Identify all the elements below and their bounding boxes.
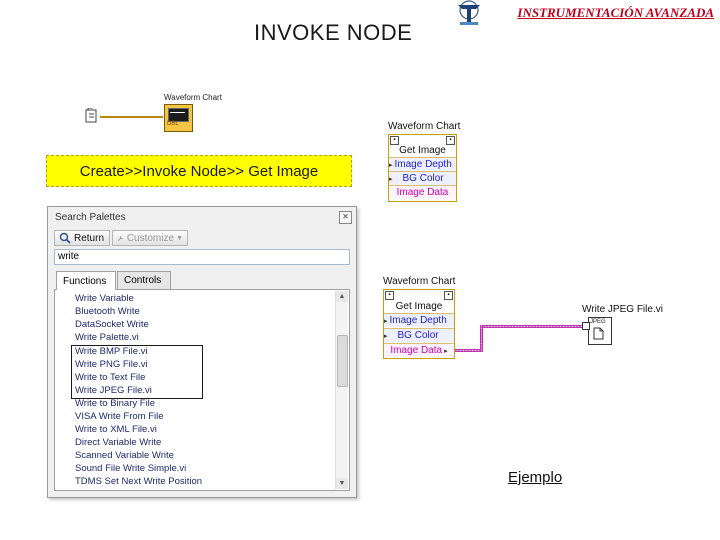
scroll-up-icon[interactable]: ▲ [336,291,348,302]
institution-logo-icon [458,0,480,25]
invoke-node-top[interactable]: Waveform Chart ▪ ▪ Get Image ▸ Image Dept… [388,121,468,203]
return-button[interactable]: Return [54,230,110,246]
instruction-banner: Create>>Invoke Node>> Get Image [46,155,352,187]
list-item[interactable]: Write Palette.vi [75,332,139,343]
list-item[interactable]: Direct Variable Write [75,437,161,448]
small-indicator-text: DBL [167,121,179,127]
example-label: Ejemplo [508,469,563,486]
input-arrow-icon: ▸ [389,175,393,183]
output-arrow-icon: ▸ [444,347,448,355]
vi-label: Write JPEG File.vi [582,304,663,315]
list-item[interactable]: Write to XML File.vi [75,424,157,435]
window-titlebar: Search Palettes [48,207,354,227]
vi-icon: JPEG [588,317,612,345]
list-item[interactable]: Scanned Variable Write [75,450,174,461]
param-label: Image Depth [394,159,452,170]
list-item[interactable]: TDMS Set Next Write Position [75,476,202,487]
method-row: Get Image [399,144,446,156]
return-label: Return [74,232,105,244]
wrench-icon [117,235,123,241]
tab-controls[interactable]: Controls [117,271,171,289]
highlight-box [71,345,203,399]
param-label: Image Depth [389,315,447,326]
invoke-node-label: Waveform Chart [383,276,456,287]
param-row[interactable]: Image Data ▸ [384,343,454,357]
param-row[interactable]: ▸ BG Color [389,171,456,185]
input-arrow-icon: ▸ [389,161,393,169]
vi-terminal[interactable] [582,322,590,330]
param-label: Image Data [390,345,443,356]
magnifier-icon [59,232,71,244]
tab-functions[interactable]: Functions [56,271,116,290]
search-input[interactable]: write [54,249,350,265]
method-row: Get Image [395,300,443,312]
invoke-node-body: ▪ ▪ Get Image ▸ Image Depth ▸ BG Color Ima… [383,289,455,359]
list-item[interactable]: Bluetooth Write [75,306,140,317]
close-icon[interactable]: ✕ [339,211,352,224]
list-item[interactable]: Write to Binary File [75,398,155,409]
image-data-wire[interactable] [480,325,483,352]
waveform-chart-terminal[interactable]: DBL [164,104,193,132]
image-data-wire[interactable] [455,349,481,352]
list-item[interactable]: VISA Write From File [75,411,164,422]
param-row[interactable]: ▸ Image Depth [384,313,454,327]
param-label: BG Color [397,330,439,341]
scroll-down-icon[interactable]: ▼ [336,478,348,489]
search-palettes-window: Search Palettes ✕ Return Customize ▼ wri… [47,206,357,498]
customize-label: Customize [126,232,175,244]
invoke-node-label: Waveform Chart [388,121,461,132]
param-row[interactable]: ▸ Image Depth [389,157,456,171]
list-item[interactable]: DataSocket Write [75,319,149,330]
small-node-label: Waveform Chart [164,93,222,102]
slide-title: INVOKE NODE [254,20,413,45]
vi-icon-text: JPEG [590,319,606,325]
results-list: Write Variable Bluetooth Write DataSocke… [54,289,350,491]
small-wire [100,116,163,118]
window-title: Search Palettes [55,211,126,223]
scroll-thumb[interactable] [337,335,348,387]
invoke-node-bottom[interactable]: Waveform Chart ▪ ▪ Get Image ▸ Image Dept… [383,276,463,360]
list-item[interactable]: Sound File Write Simple.vi [75,463,186,474]
vertical-scrollbar[interactable]: ▲ ▼ [335,291,348,489]
param-label: Image Data [396,187,449,198]
small-diagram: Waveform Chart DBL [80,90,240,135]
customize-button[interactable]: Customize ▼ [112,230,188,246]
chevron-down-icon: ▼ [176,234,183,242]
input-arrow-icon: ▸ [384,332,388,340]
param-label: BG Color [402,173,444,184]
invoke-node-body: ▪ ▪ Get Image ▸ Image Depth ▸ BG Color Ima… [388,134,457,202]
param-row[interactable]: Image Data [389,185,456,199]
param-row[interactable]: ▸ BG Color [384,328,454,342]
property-node-icon [85,108,97,123]
document-icon [593,327,604,340]
image-data-wire[interactable] [480,325,582,328]
header-brand: INSTRUMENTACIÓN AVANZADA [517,5,714,20]
input-arrow-icon: ▸ [384,317,388,325]
write-jpeg-vi[interactable]: Write JPEG File.vi JPEG [580,304,670,350]
list-item[interactable]: Write Variable [75,293,134,304]
